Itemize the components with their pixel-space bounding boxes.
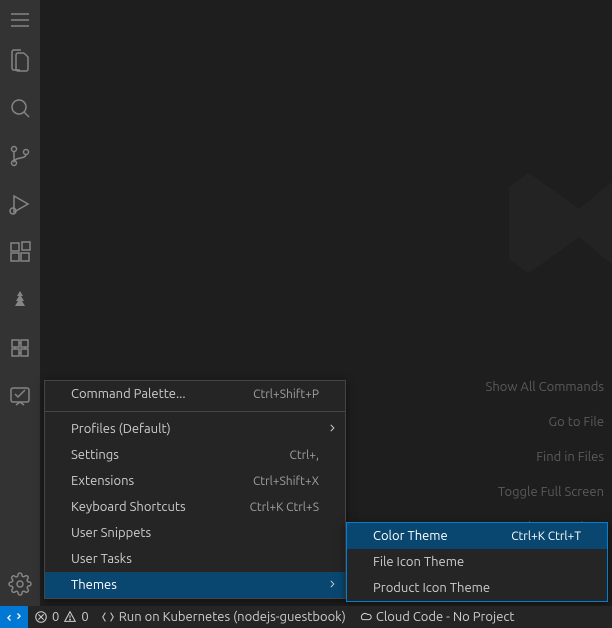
menu-item-extensions[interactable]: Extensions Ctrl+Shift+X [45,468,345,494]
menu-item-label: User Tasks [71,552,319,566]
hint-go-to-file: Go to File [486,405,612,440]
search-icon[interactable] [0,84,40,132]
menu-item-keyboard-shortcuts[interactable]: Keyboard Shortcuts Ctrl+K Ctrl+S [45,494,345,520]
menu-item-themes[interactable]: Themes [45,572,345,598]
status-kubernetes-label: Run on Kubernetes (nodejs-guestbook) [119,610,346,624]
menu-item-label: Profiles (Default) [71,422,319,436]
vscode-watermark-logo [495,83,612,334]
submenu-item-product-icon-theme[interactable]: Product Icon Theme [347,575,607,601]
menu-item-user-tasks[interactable]: User Tasks [45,546,345,572]
submenu-item-color-theme[interactable]: Color Theme Ctrl+K Ctrl+T [347,523,607,549]
chevron-right-icon [327,422,337,436]
kubernetes-icon[interactable] [0,324,40,372]
explorer-icon[interactable] [0,36,40,84]
menu-item-label: File Icon Theme [373,555,581,569]
hint-find-in-files: Find in Files [486,440,612,475]
status-cloud-code[interactable]: Cloud Code - No Project [352,606,521,628]
gear-icon[interactable] [0,560,40,608]
menu-item-shortcut: Ctrl+, [290,449,319,462]
menu-item-label: Color Theme [373,529,511,543]
menu-item-label: Themes [71,578,319,592]
status-warnings-count: 0 [81,610,88,624]
menu-item-label: User Snippets [71,526,319,540]
remote-indicator[interactable] [0,606,28,628]
gear-context-menu: Command Palette... Ctrl+Shift+P Profiles… [44,380,346,599]
menu-item-shortcut: Ctrl+K Ctrl+T [511,530,581,543]
themes-submenu: Color Theme Ctrl+K Ctrl+T File Icon Them… [346,522,608,602]
menu-item-shortcut: Ctrl+Shift+P [253,388,319,401]
welcome-hints: Show All Commands Go to File Find in Fil… [486,370,612,545]
menu-item-settings[interactable]: Settings Ctrl+, [45,442,345,468]
menu-item-profiles[interactable]: Profiles (Default) [45,416,345,442]
hint-show-commands: Show All Commands [486,370,612,405]
status-cloud-code-label: Cloud Code - No Project [376,610,515,624]
menu-item-shortcut: Ctrl+K Ctrl+S [250,501,319,514]
menu-icon[interactable] [0,4,40,36]
hint-toggle-full-screen: Toggle Full Screen [486,475,612,510]
menu-separator [45,411,345,412]
submenu-item-file-icon-theme[interactable]: File Icon Theme [347,549,607,575]
menu-item-label: Product Icon Theme [373,581,581,595]
chevron-right-icon [327,578,337,592]
run-debug-icon[interactable] [0,180,40,228]
menu-item-label: Settings [71,448,290,462]
menu-item-shortcut: Ctrl+Shift+X [253,475,319,488]
status-kubernetes[interactable]: Run on Kubernetes (nodejs-guestbook) [95,606,352,628]
menu-item-label: Extensions [71,474,253,488]
menu-item-command-palette[interactable]: Command Palette... Ctrl+Shift+P [45,381,345,407]
feedback-icon[interactable] [0,372,40,420]
status-problems[interactable]: 0 0 [28,606,95,628]
status-errors-count: 0 [52,610,59,624]
status-bar: 0 0 Run on Kubernetes (nodejs-guestbook)… [0,606,612,628]
activity-bar [0,0,40,628]
menu-item-label: Keyboard Shortcuts [71,500,250,514]
extensions-icon[interactable] [0,228,40,276]
menu-item-user-snippets[interactable]: User Snippets [45,520,345,546]
cloud-code-icon[interactable] [0,276,40,324]
source-control-icon[interactable] [0,132,40,180]
menu-item-label: Command Palette... [71,387,253,401]
